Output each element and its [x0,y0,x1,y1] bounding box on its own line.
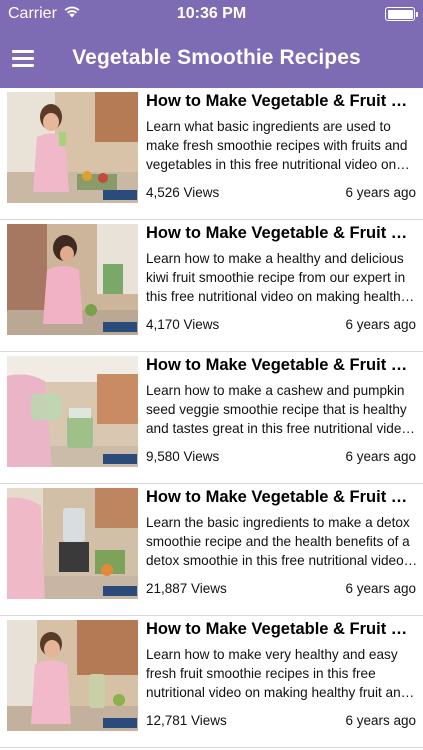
hamburger-menu-icon[interactable] [12,36,56,80]
video-description: Learn how to make very healthy and easy … [146,647,409,700]
video-list-item[interactable]: How to Make Vegetable & Fruit Smoothie Le… [0,352,423,484]
video-view-count: 4,170 Views [146,317,220,332]
video-view-count: 21,887 Views [146,581,227,596]
video-title: How to Make Vegetable & Fruit Smoothie [146,488,418,506]
video-description: Learn how to make a cashew and pumpkin s… [146,383,409,436]
page-title: Vegetable Smoothie Recipes [72,46,361,69]
video-description: Learn what basic ingredients are used to… [146,119,408,172]
video-age: 6 years ago [345,713,416,728]
video-description: Learn how to make a healthy and deliciou… [146,251,408,304]
battery-icon [385,7,418,21]
video-list-item[interactable]: How to Make Vegetable & Fruit Smoothie Le… [0,616,423,748]
video-view-count: 12,781 Views [146,713,227,728]
video-thumbnail[interactable] [7,488,138,599]
video-view-count: 4,526 Views [146,185,220,200]
video-thumbnail[interactable] [7,356,138,467]
carrier-info: Carrier [8,5,81,23]
video-list-item[interactable]: How to Make Vegetable & Fruit Smoothie Le… [0,484,423,616]
video-age: 6 years ago [345,581,416,596]
video-thumbnail[interactable] [7,620,138,731]
video-title: How to Make Vegetable & Fruit Smoothie [146,92,418,110]
video-list-item[interactable]: How to Make Vegetable & Fruit Smoothie Le… [0,220,423,352]
video-age: 6 years ago [345,449,416,464]
video-title: How to Make Vegetable & Fruit Smoothie [146,356,418,374]
video-list[interactable]: How to Make Vegetable & Fruit Smoothie Le… [0,88,423,748]
video-age: 6 years ago [345,317,416,332]
wifi-icon [63,5,81,23]
nav-bar: Vegetable Smoothie Recipes [0,28,423,88]
carrier-label: Carrier [8,5,57,22]
video-title: How to Make Vegetable & Fruit Smoothie [146,620,418,638]
video-thumbnail[interactable] [7,224,138,335]
video-list-item[interactable]: How to Make Vegetable & Fruit Smoothie Le… [0,88,423,220]
video-description: Learn the basic ingredients to make a de… [146,515,410,568]
video-age: 6 years ago [345,185,416,200]
status-bar: Carrier 10:36 PM [0,0,423,28]
video-view-count: 9,580 Views [146,449,220,464]
video-title: How to Make Vegetable & Fruit Smoothie [146,224,418,242]
video-thumbnail[interactable] [7,92,138,203]
